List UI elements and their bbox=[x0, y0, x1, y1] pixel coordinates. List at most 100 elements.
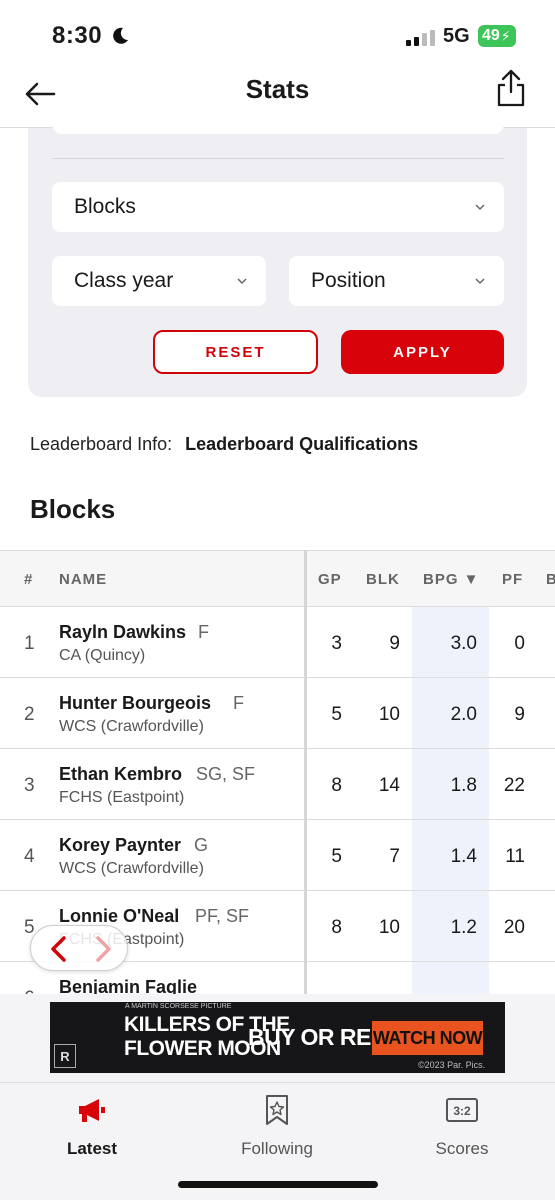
cell-bpg: 1.8 bbox=[450, 775, 477, 796]
ad-copyright: ©2023 Par. Pics. bbox=[418, 1060, 486, 1070]
stat-select[interactable]: Blocks bbox=[52, 182, 504, 232]
ad-banner[interactable]: A MARTIN SCORSESE PICTURE R KILLERS OF T… bbox=[50, 1002, 505, 1073]
page-title: Stats bbox=[245, 74, 310, 104]
cell-gp: 8 bbox=[331, 775, 342, 796]
tab-scores-label: Scores bbox=[435, 1139, 489, 1158]
table-row[interactable]: 1 Rayln Dawkins F CA (Quincy) 3 9 3.0 0 bbox=[0, 607, 555, 678]
cell-bpg: 2.0 bbox=[450, 704, 477, 725]
battery-level: 49 bbox=[482, 27, 500, 44]
player-position: F bbox=[233, 693, 244, 713]
share-icon[interactable] bbox=[493, 68, 529, 108]
header-gp[interactable]: GP bbox=[318, 571, 342, 588]
tab-bar: Latest Following 3:2 Scores bbox=[0, 1082, 555, 1200]
player-position: PF, SF bbox=[195, 906, 250, 926]
section-title: Blocks bbox=[30, 494, 116, 524]
tab-scores[interactable]: 3:2 Scores bbox=[397, 1091, 527, 1161]
leaderboard-info-label: Leaderboard Info: bbox=[30, 434, 173, 454]
player-team: FCHS (Eastpoint) bbox=[59, 789, 185, 806]
cell-bpg: 1.2 bbox=[450, 917, 477, 938]
row-rank: 3 bbox=[24, 775, 35, 796]
tab-following-label: Following bbox=[241, 1139, 313, 1158]
cell-pf: 11 bbox=[505, 846, 525, 867]
moon-icon bbox=[113, 27, 128, 44]
class-year-select[interactable]: Class year bbox=[52, 256, 266, 306]
header-name[interactable]: NAME bbox=[59, 571, 107, 588]
ad-tagline: A MARTIN SCORSESE PICTURE bbox=[125, 1003, 232, 1010]
cell-bpg: 1.4 bbox=[450, 846, 477, 867]
sticky-column-divider bbox=[304, 550, 307, 994]
leaderboard-qualifications-link[interactable]: Leaderboard Qualifications bbox=[185, 434, 418, 454]
battery-indicator: 49 ⚡ bbox=[478, 25, 516, 47]
table-row[interactable]: 4 Korey Paynter G WCS (Crawfordville) 5 … bbox=[0, 820, 555, 891]
tab-latest-label: Latest bbox=[66, 1139, 118, 1158]
apply-button[interactable]: APPLY bbox=[341, 330, 504, 374]
row-rank: 2 bbox=[24, 704, 35, 725]
cell-blk: 10 bbox=[378, 917, 400, 938]
ad-watch-now-button[interactable]: WATCH NOW bbox=[372, 1021, 483, 1055]
megaphone-icon bbox=[79, 1099, 105, 1122]
signal-bars-icon bbox=[406, 30, 435, 46]
status-time: 8:30 bbox=[52, 22, 103, 49]
cell-pf: 0 bbox=[514, 633, 525, 654]
cell-blk: 9 bbox=[389, 633, 400, 654]
cell-blk: 10 bbox=[378, 704, 400, 725]
cell-pf: 22 bbox=[503, 775, 525, 796]
player-position: G bbox=[194, 835, 209, 855]
row-rank: 4 bbox=[24, 846, 35, 867]
svg-text:3:2: 3:2 bbox=[453, 1104, 471, 1118]
cell-pf: 20 bbox=[503, 917, 525, 938]
player-team: WCS (Crawfordville) bbox=[59, 860, 204, 877]
cell-bpg: 3.0 bbox=[450, 633, 477, 654]
header-blk[interactable]: BLK bbox=[366, 571, 400, 588]
table-row[interactable]: 2 Hunter Bourgeois F WCS (Crawfordville)… bbox=[0, 678, 555, 749]
cell-gp: 5 bbox=[331, 846, 342, 867]
tab-latest[interactable]: Latest bbox=[27, 1091, 157, 1161]
filter-divider bbox=[52, 158, 504, 159]
player-name[interactable]: Korey Paynter bbox=[59, 835, 181, 856]
player-team: CA (Quincy) bbox=[59, 647, 146, 664]
header-rank: # bbox=[24, 571, 34, 588]
chevron-down-icon bbox=[237, 278, 247, 285]
cell-pf: 9 bbox=[514, 704, 525, 725]
cell-blk: 7 bbox=[389, 846, 400, 867]
chevron-down-icon bbox=[475, 278, 485, 285]
bookmark-star-icon bbox=[266, 1095, 288, 1125]
stat-select-value: Blocks bbox=[74, 195, 136, 218]
player-name[interactable]: Rayln Dawkins bbox=[59, 622, 186, 643]
header-pf[interactable]: PF bbox=[502, 571, 523, 588]
chevron-down-icon bbox=[475, 204, 485, 211]
player-name[interactable]: Lonnie O'Neal bbox=[59, 906, 179, 927]
chevron-right-icon[interactable] bbox=[91, 935, 115, 963]
page-nav-control bbox=[30, 925, 128, 971]
reset-button[interactable]: RESET bbox=[153, 330, 318, 374]
player-name[interactable]: Hunter Bourgeois bbox=[59, 693, 211, 714]
home-indicator bbox=[178, 1181, 378, 1188]
chevron-left-icon[interactable] bbox=[47, 935, 71, 963]
status-bar: 8:30 5G 49 ⚡ bbox=[0, 0, 555, 60]
class-year-select-value: Class year bbox=[74, 269, 174, 292]
scoreboard-icon: 3:2 bbox=[446, 1098, 478, 1122]
table-row[interactable]: 3 Ethan Kembro SG, SF FCHS (Eastpoint) 8… bbox=[0, 749, 555, 820]
cell-gp: 5 bbox=[331, 704, 342, 725]
player-team: WCS (Crawfordville) bbox=[59, 718, 204, 735]
row-rank: 1 bbox=[24, 633, 35, 654]
collapsed-select-edge[interactable] bbox=[52, 124, 504, 134]
filter-panel: Blocks Class year Position RESET APPLY bbox=[28, 124, 527, 397]
player-position: SG, SF bbox=[196, 764, 256, 784]
position-select-value: Position bbox=[311, 269, 386, 292]
player-name[interactable]: Ethan Kembro bbox=[59, 764, 182, 785]
network-type: 5G bbox=[443, 25, 470, 47]
tab-following[interactable]: Following bbox=[212, 1091, 342, 1161]
cell-gp: 3 bbox=[331, 633, 342, 654]
header-bpg-sorted[interactable]: BPG ▼ bbox=[423, 571, 480, 588]
cell-blk: 14 bbox=[378, 775, 400, 796]
leaderboard-info: Leaderboard Info: Leaderboard Qualificat… bbox=[30, 434, 418, 455]
cell-gp: 8 bbox=[331, 917, 342, 938]
position-select[interactable]: Position bbox=[289, 256, 504, 306]
ad-area: A MARTIN SCORSESE PICTURE R KILLERS OF T… bbox=[0, 994, 555, 1082]
header-more[interactable]: B bbox=[546, 571, 555, 588]
player-name[interactable]: Benjamin Faglie bbox=[59, 977, 197, 994]
ad-rating-badge: R bbox=[54, 1044, 76, 1068]
nav-bar: Stats bbox=[0, 60, 555, 128]
table-header: # NAME GP BLK BPG ▼ PF B bbox=[0, 550, 555, 607]
